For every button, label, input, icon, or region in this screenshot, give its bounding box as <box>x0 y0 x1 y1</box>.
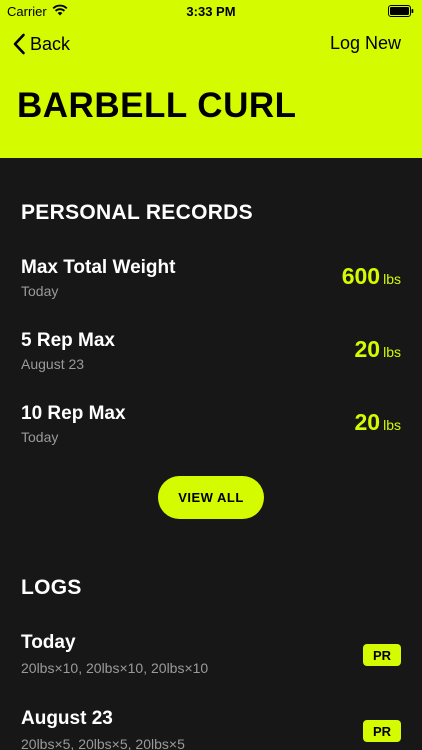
record-unit: lbs <box>383 344 401 360</box>
log-date: Today <box>21 632 76 653</box>
back-label: Back <box>30 33 71 54</box>
pr-badge: PR <box>363 720 401 742</box>
record-value: 20 lbs <box>355 409 402 436</box>
log-row[interactable]: Today 20lbs×10, 20lbs×10, 20lbs×10 PR <box>21 632 401 680</box>
record-row[interactable]: 10 Rep Max Today 20 lbs <box>21 403 401 453</box>
clock: 3:33 PM <box>186 4 236 19</box>
record-value: 600 lbs <box>342 263 401 290</box>
log-sets: 20lbs×5, 20lbs×5, 20lbs×5 <box>21 736 185 750</box>
header: Carrier 3:33 PM Back Log New BARBELL CUR… <box>0 0 422 158</box>
view-all-button[interactable]: VIEW ALL <box>158 476 264 519</box>
record-name: Max Total Weight <box>21 257 176 278</box>
logs-heading: LOGS <box>21 576 82 599</box>
status-bar: Carrier 3:33 PM <box>0 0 422 22</box>
record-unit: lbs <box>383 271 401 287</box>
record-number: 20 <box>354 409 381 435</box>
battery-icon <box>388 5 414 17</box>
record-name: 10 Rep Max <box>21 403 126 424</box>
log-date: August 23 <box>21 708 113 729</box>
log-row[interactable]: August 23 20lbs×5, 20lbs×5, 20lbs×5 PR <box>21 708 401 750</box>
record-date: Today <box>21 429 59 445</box>
personal-records-heading: PERSONAL RECORDS <box>21 201 253 224</box>
back-button[interactable]: Back <box>12 32 70 56</box>
record-date: August 23 <box>21 356 85 372</box>
record-date: Today <box>21 283 59 299</box>
chevron-left-icon <box>13 33 25 55</box>
record-row[interactable]: 5 Rep Max August 23 20 lbs <box>21 330 401 380</box>
record-name: 5 Rep Max <box>21 330 115 351</box>
page-title: BARBELL CURL <box>17 86 297 125</box>
pr-badge: PR <box>363 644 401 666</box>
log-sets: 20lbs×10, 20lbs×10, 20lbs×10 <box>21 660 209 676</box>
record-value: 20 lbs <box>355 336 402 363</box>
record-row[interactable]: Max Total Weight Today 600 lbs <box>21 257 401 307</box>
record-number: 600 <box>341 263 381 289</box>
record-unit: lbs <box>383 417 401 433</box>
log-new-button[interactable]: Log New <box>330 33 401 54</box>
record-number: 20 <box>354 336 381 362</box>
